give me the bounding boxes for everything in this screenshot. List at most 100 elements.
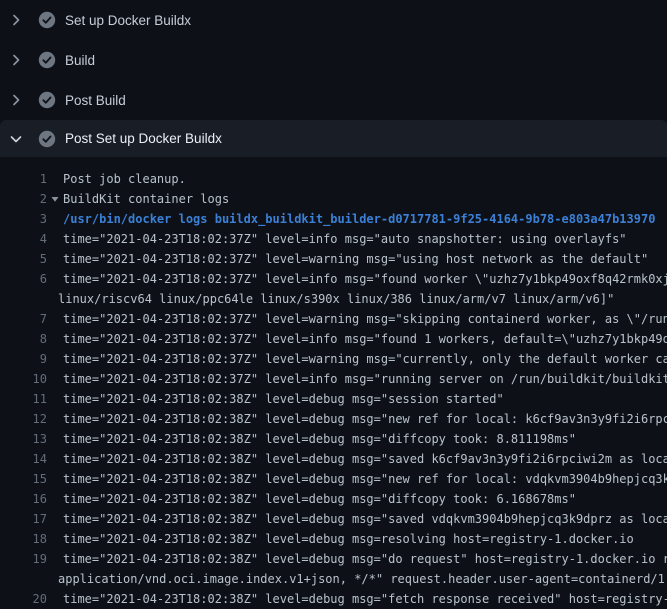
log-line-number[interactable]: 11 bbox=[0, 389, 47, 409]
chevron-icon[interactable] bbox=[8, 12, 24, 28]
log-line-number[interactable]: 5 bbox=[0, 249, 47, 269]
step-label: Build bbox=[65, 53, 95, 68]
log-line-number[interactable]: 14 bbox=[0, 449, 47, 469]
log-line: 11 time="2021-04-23T18:02:38Z" level=deb… bbox=[0, 389, 667, 409]
log-line-content: linux/riscv64 linux/ppc64le linux/s390x … bbox=[47, 289, 614, 309]
log-line-text: Post job cleanup. bbox=[63, 169, 186, 189]
log-line: 12 time="2021-04-23T18:02:38Z" level=deb… bbox=[0, 409, 667, 429]
log-line: 5 time="2021-04-23T18:02:37Z" level=warn… bbox=[0, 249, 667, 269]
step-row-post-build[interactable]: Post Build bbox=[0, 80, 667, 120]
log-line-content: BuildKit container logs bbox=[47, 189, 229, 209]
log-line-content: Post job cleanup. bbox=[47, 169, 186, 189]
log-line-content: time="2021-04-23T18:02:37Z" level=info m… bbox=[47, 369, 667, 389]
log-line-text: linux/riscv64 linux/ppc64le linux/s390x … bbox=[58, 289, 614, 309]
log-line-number[interactable] bbox=[0, 289, 47, 309]
log-line-content: time="2021-04-23T18:02:38Z" level=debug … bbox=[47, 529, 634, 549]
log-line-number[interactable]: 8 bbox=[0, 329, 47, 349]
log-line-number[interactable]: 1 bbox=[0, 169, 47, 189]
log-line-number[interactable]: 15 bbox=[0, 469, 47, 489]
log-line-number[interactable]: 9 bbox=[0, 349, 47, 369]
log-line: 7 time="2021-04-23T18:02:37Z" level=warn… bbox=[0, 309, 667, 329]
log-line-text: time="2021-04-23T18:02:37Z" level=warnin… bbox=[63, 349, 667, 369]
log-line-number[interactable]: 19 bbox=[0, 549, 47, 569]
log-line-content: time="2021-04-23T18:02:38Z" level=debug … bbox=[47, 489, 576, 509]
log-line-content: time="2021-04-23T18:02:38Z" level=debug … bbox=[47, 469, 667, 489]
log-line-number[interactable]: 17 bbox=[0, 509, 47, 529]
log-line-content: time="2021-04-23T18:02:38Z" level=debug … bbox=[47, 589, 667, 609]
log-line-number[interactable]: 3 bbox=[0, 209, 47, 229]
log-line: 16 time="2021-04-23T18:02:38Z" level=deb… bbox=[0, 489, 667, 509]
log-line-number[interactable]: 10 bbox=[0, 369, 47, 389]
log-line: linux/riscv64 linux/ppc64le linux/s390x … bbox=[0, 289, 667, 309]
log-line-content: time="2021-04-23T18:02:38Z" level=debug … bbox=[47, 409, 667, 429]
log-line-number[interactable]: 7 bbox=[0, 309, 47, 329]
log-line-content: time="2021-04-23T18:02:38Z" level=debug … bbox=[47, 509, 667, 529]
log-line: 10 time="2021-04-23T18:02:37Z" level=inf… bbox=[0, 369, 667, 389]
log-line-number[interactable]: 12 bbox=[0, 409, 47, 429]
log-line-number[interactable]: 16 bbox=[0, 489, 47, 509]
step-label: Post Build bbox=[65, 93, 126, 108]
log-line-content: /usr/bin/docker logs buildx_buildkit_bui… bbox=[47, 209, 655, 229]
check-circle-icon bbox=[38, 11, 56, 29]
log-line-text: time="2021-04-23T18:02:38Z" level=debug … bbox=[63, 409, 667, 429]
log-line-number[interactable] bbox=[0, 569, 47, 589]
log-line-text: time="2021-04-23T18:02:37Z" level=warnin… bbox=[63, 249, 648, 269]
step-row-post-set-up-docker-buildx[interactable]: Post Set up Docker Buildx bbox=[0, 120, 667, 157]
log-line-number[interactable]: 13 bbox=[0, 429, 47, 449]
group-expanded-triangle-icon[interactable] bbox=[51, 195, 63, 203]
log-line: 6 time="2021-04-23T18:02:37Z" level=info… bbox=[0, 269, 667, 289]
log-line-content: time="2021-04-23T18:02:38Z" level=debug … bbox=[47, 449, 667, 469]
log-line-text: time="2021-04-23T18:02:38Z" level=debug … bbox=[63, 529, 634, 549]
check-circle-icon bbox=[38, 51, 56, 69]
log-line-content: time="2021-04-23T18:02:37Z" level=info m… bbox=[47, 329, 667, 349]
log-line: 20 time="2021-04-23T18:02:38Z" level=deb… bbox=[0, 589, 667, 609]
chevron-icon[interactable] bbox=[8, 92, 24, 108]
log-line-content: time="2021-04-23T18:02:37Z" level=info m… bbox=[47, 269, 667, 289]
check-circle-icon bbox=[38, 130, 56, 148]
log-line: 18 time="2021-04-23T18:02:38Z" level=deb… bbox=[0, 529, 667, 549]
log-line: 15 time="2021-04-23T18:02:38Z" level=deb… bbox=[0, 469, 667, 489]
log-line-text: time="2021-04-23T18:02:38Z" level=debug … bbox=[63, 589, 667, 609]
log-line-text: time="2021-04-23T18:02:38Z" level=debug … bbox=[63, 449, 667, 469]
log-line-text: time="2021-04-23T18:02:37Z" level=warnin… bbox=[63, 309, 667, 329]
check-circle-icon bbox=[38, 91, 56, 109]
step-label: Post Set up Docker Buildx bbox=[65, 131, 222, 146]
log-line-text: time="2021-04-23T18:02:38Z" level=debug … bbox=[63, 429, 576, 449]
step-row-set-up-docker-buildx[interactable]: Set up Docker Buildx bbox=[0, 0, 667, 40]
log-line: 2 BuildKit container logs bbox=[0, 189, 667, 209]
log-line-text: time="2021-04-23T18:02:37Z" level=info m… bbox=[63, 369, 667, 389]
log-area: 1 Post job cleanup. 2 BuildKit container… bbox=[0, 157, 667, 609]
log-line-number[interactable]: 6 bbox=[0, 269, 47, 289]
log-line-text: time="2021-04-23T18:02:37Z" level=info m… bbox=[63, 329, 667, 349]
log-line-content: time="2021-04-23T18:02:37Z" level=info m… bbox=[47, 229, 627, 249]
log-line-content: time="2021-04-23T18:02:37Z" level=warnin… bbox=[47, 349, 667, 369]
log-line-content: time="2021-04-23T18:02:38Z" level=debug … bbox=[47, 549, 667, 569]
log-line-text: time="2021-04-23T18:02:38Z" level=debug … bbox=[63, 509, 667, 529]
step-row-build[interactable]: Build bbox=[0, 40, 667, 80]
log-line-text: BuildKit container logs bbox=[63, 189, 229, 209]
log-line-content: application/vnd.oci.image.index.v1+json,… bbox=[47, 569, 667, 589]
log-line: 3 /usr/bin/docker logs buildx_buildkit_b… bbox=[0, 209, 667, 229]
log-line: 9 time="2021-04-23T18:02:37Z" level=warn… bbox=[0, 349, 667, 369]
log-line-text: application/vnd.oci.image.index.v1+json,… bbox=[58, 569, 667, 589]
log-line-number[interactable]: 4 bbox=[0, 229, 47, 249]
log-line-text: time="2021-04-23T18:02:38Z" level=debug … bbox=[63, 549, 667, 569]
step-label: Set up Docker Buildx bbox=[65, 13, 191, 28]
log-line-text: time="2021-04-23T18:02:38Z" level=debug … bbox=[63, 389, 504, 409]
log-line-number[interactable]: 20 bbox=[0, 589, 47, 609]
log-line: application/vnd.oci.image.index.v1+json,… bbox=[0, 569, 667, 589]
log-line-text: time="2021-04-23T18:02:38Z" level=debug … bbox=[63, 469, 667, 489]
log-line: 4 time="2021-04-23T18:02:37Z" level=info… bbox=[0, 229, 667, 249]
log-line: 19 time="2021-04-23T18:02:38Z" level=deb… bbox=[0, 549, 667, 569]
log-line-number[interactable]: 18 bbox=[0, 529, 47, 549]
log-line: 13 time="2021-04-23T18:02:38Z" level=deb… bbox=[0, 429, 667, 449]
log-line-text: time="2021-04-23T18:02:37Z" level=info m… bbox=[63, 229, 627, 249]
log-line-text: /usr/bin/docker logs buildx_buildkit_bui… bbox=[63, 209, 655, 229]
chevron-icon[interactable] bbox=[8, 52, 24, 68]
log-line-content: time="2021-04-23T18:02:38Z" level=debug … bbox=[47, 389, 504, 409]
chevron-icon[interactable] bbox=[8, 131, 24, 147]
log-line: 8 time="2021-04-23T18:02:37Z" level=info… bbox=[0, 329, 667, 349]
steps-list: Set up Docker Buildx Build P bbox=[0, 0, 667, 157]
log-line-number[interactable]: 2 bbox=[0, 189, 47, 209]
log-line: 14 time="2021-04-23T18:02:38Z" level=deb… bbox=[0, 449, 667, 469]
